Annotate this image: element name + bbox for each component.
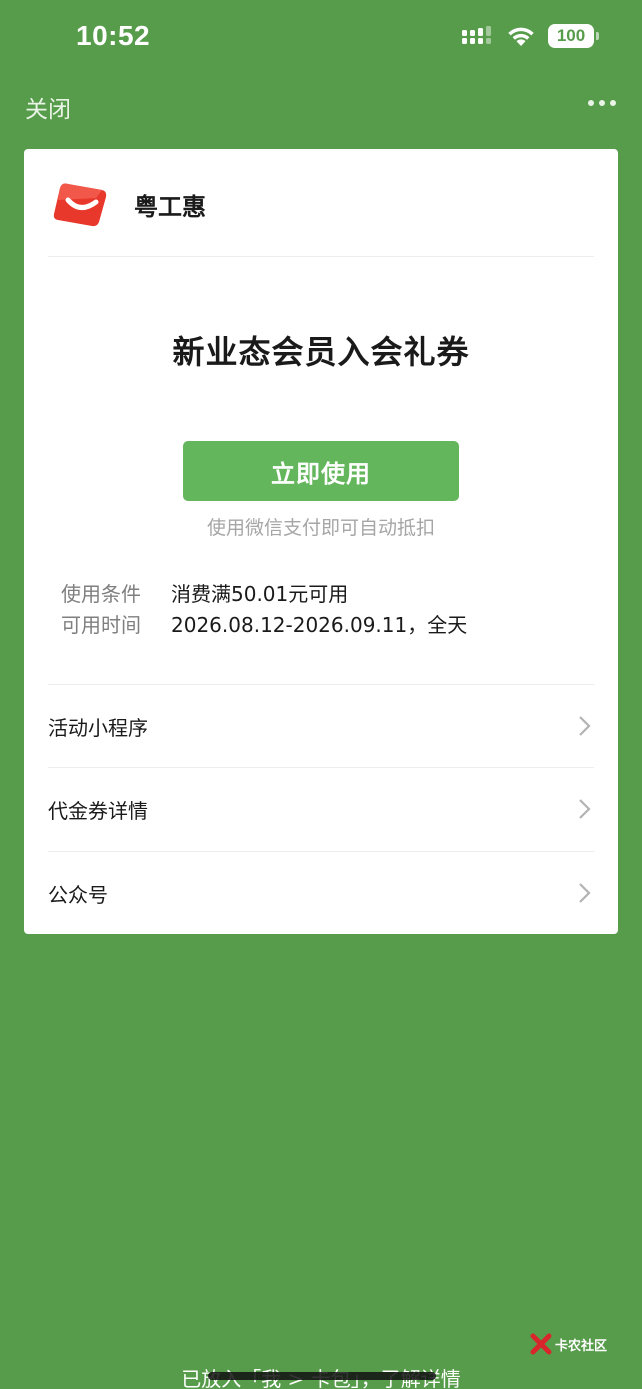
nav-bar: 关闭 xyxy=(0,80,642,130)
watermark: 卡农社区 xyxy=(530,1333,607,1355)
wifi-icon xyxy=(508,27,534,46)
home-indicator xyxy=(208,1372,436,1380)
list-item-label: 代金券详情 xyxy=(48,798,148,823)
close-button[interactable]: 关闭 xyxy=(25,90,71,124)
watermark-text: 卡农社区 xyxy=(555,1338,608,1354)
list-item-official-account[interactable]: 公众号 xyxy=(24,852,618,934)
battery-indicator: 100 xyxy=(548,24,599,48)
use-now-button[interactable]: 立即使用 xyxy=(183,441,459,501)
divider xyxy=(48,256,594,257)
use-hint: 使用微信支付即可自动抵扣 xyxy=(206,517,435,539)
list-item-mini-program[interactable]: 活动小程序 xyxy=(24,685,618,767)
list-item-voucher-details[interactable]: 代金券详情 xyxy=(24,768,618,850)
cellular-signal-icon xyxy=(462,26,491,44)
coupon-card: 粤工惠 新业态会员入会礼券 立即使用 使用微信支付即可自动抵扣 使用条件 消费满… xyxy=(24,149,618,934)
validity-label: 可用时间 xyxy=(61,613,141,637)
chevron-right-icon xyxy=(579,716,591,736)
list-item-label: 活动小程序 xyxy=(48,715,148,740)
merchant-header: 粤工惠 xyxy=(52,176,206,232)
condition-label: 使用条件 xyxy=(61,582,141,606)
watermark-logo-icon xyxy=(530,1333,552,1355)
condition-value: 消费满50.01元可用 xyxy=(171,582,349,606)
status-icons: 100 xyxy=(462,24,599,48)
coupon-title: 新业态会员入会礼券 xyxy=(172,333,470,371)
status-time: 10:52 xyxy=(76,20,151,51)
chevron-right-icon xyxy=(579,799,591,819)
list-item-label: 公众号 xyxy=(48,882,108,907)
status-bar: 10:52 100 xyxy=(0,0,642,80)
chevron-right-icon xyxy=(579,883,591,903)
merchant-logo xyxy=(53,183,107,227)
more-options-icon[interactable] xyxy=(588,100,616,106)
validity-row: 可用时间 2026.08.12-2026.09.11，全天 xyxy=(61,609,467,638)
condition-row: 使用条件 消费满50.01元可用 xyxy=(61,578,348,607)
merchant-name: 粤工惠 xyxy=(134,192,206,221)
validity-value: 2026.08.12-2026.09.11，全天 xyxy=(171,613,468,637)
